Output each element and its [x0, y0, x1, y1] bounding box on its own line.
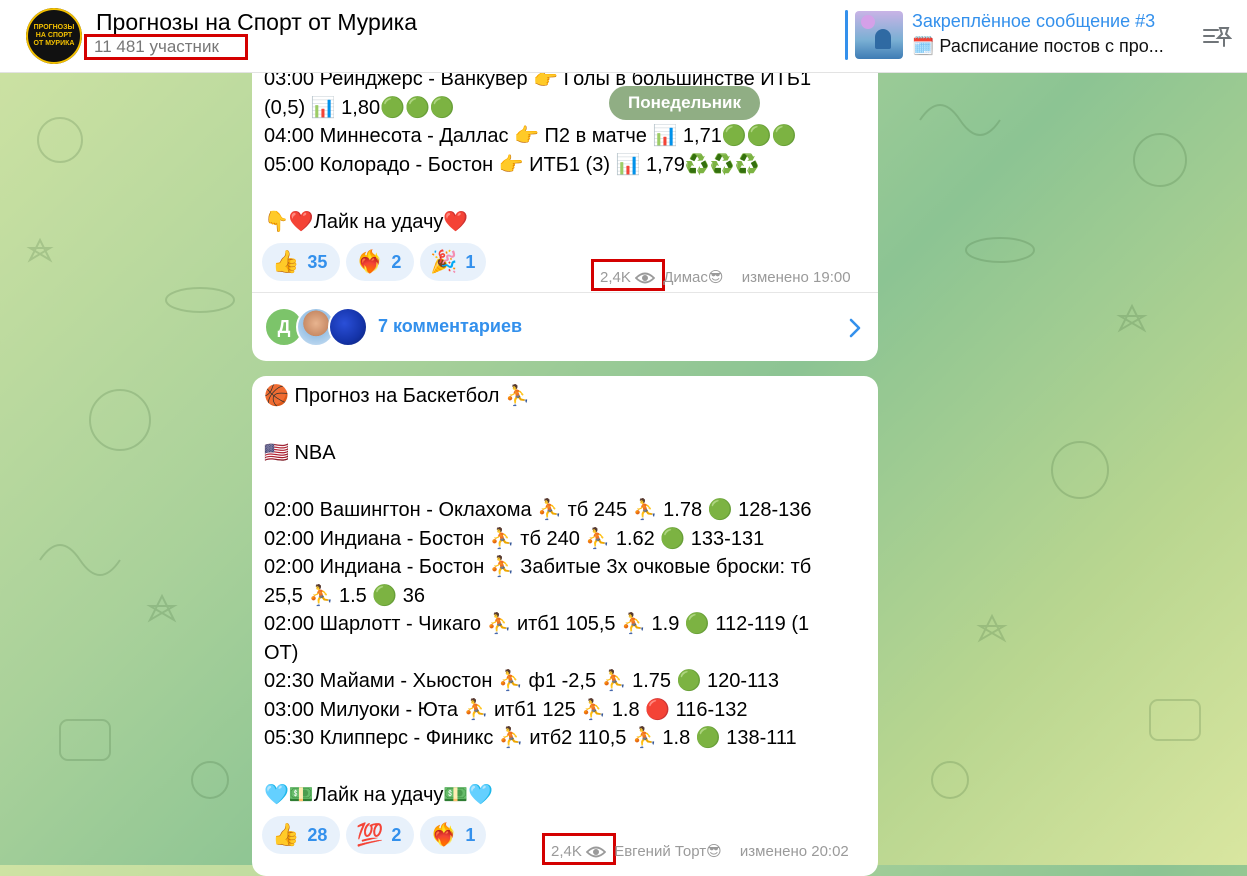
pinned-message-text[interactable]: 🗓️ Расписание постов с про... — [912, 36, 1180, 57]
message-line: 05:30 Клипперс - Финикс ⛹️ итб2 110,5 ⛹️… — [264, 727, 797, 749]
post-author: Евгений Торт😎 — [614, 843, 722, 860]
reaction-party[interactable]: 🎉 1 — [420, 243, 486, 281]
reaction-emoji: 👍 — [272, 249, 300, 274]
member-count: 11 481 участник — [94, 37, 219, 56]
channel-title[interactable]: Прогнозы на Спорт от Мурика — [96, 9, 417, 36]
reaction-emoji: ❤️‍🔥 — [356, 249, 384, 274]
message-line — [264, 753, 812, 782]
edited-time: изменено 19:00 — [741, 269, 851, 286]
unpin-icon[interactable] — [1200, 20, 1232, 52]
pinned-indicator — [845, 10, 848, 60]
message-line: 05:00 Колорадо - Бостон 👉 ИТБ1 (3) 📊 1,7… — [264, 153, 760, 176]
message-line: 25,5 ⛹️ 1.5 🟢 36 — [264, 584, 426, 607]
message-line: 02:30 Майами - Хьюстон ⛹️ ф1 -2,5 ⛹️ 1.7… — [264, 670, 779, 692]
message-meta-2: 2,4K Евгений Торт😎 изменено 20:02 — [551, 842, 849, 860]
chat-header: ПРОГНОЗЫ НА СПОРТ ОТ МУРИКА Прогнозы на … — [0, 0, 1247, 73]
channel-avatar[interactable]: ПРОГНОЗЫ НА СПОРТ ОТ МУРИКА — [26, 8, 82, 64]
message-line: 🏀 Прогноз на Баскетбол ⛹️ — [264, 385, 530, 407]
message-line: 🇺🇸 NBA — [264, 442, 336, 464]
message-bubble-2: 🏀 Прогноз на Баскетбол ⛹️ 🇺🇸 NBA 02:00 В… — [252, 376, 878, 876]
view-count: 2,4K — [600, 269, 631, 286]
pinned-thumbnail[interactable] — [855, 11, 903, 59]
pinned-message-title[interactable]: Закреплённое сообщение #3 — [912, 11, 1155, 32]
date-separator: Понедельник — [609, 86, 760, 120]
message-line — [264, 468, 812, 497]
message-text-2: 🏀 Прогноз на Баскетбол ⛹️ 🇺🇸 NBA 02:00 В… — [264, 382, 812, 810]
post-author: Димас😎 — [663, 269, 724, 286]
reaction-emoji: 👍 — [272, 822, 300, 847]
message-line: 👇❤️Лайк на удачу❤️ — [264, 210, 469, 233]
comments-count: 7 комментариев — [378, 316, 523, 336]
reaction-count: 35 — [307, 251, 328, 272]
message-line: ОТ) — [264, 641, 299, 664]
reaction-emoji: 💯 — [356, 822, 384, 847]
comments-button[interactable]: Д 7 комментариев — [252, 292, 878, 361]
avatar-text-line-3: ОТ МУРИКА — [33, 40, 75, 47]
message-line: 03:00 Милуоки - Юта ⛹️ итб1 125 ⛹️ 1.8 🔴… — [264, 698, 748, 721]
commenter-avatar-blue — [328, 307, 368, 347]
reaction-count: 28 — [307, 824, 328, 845]
reaction-like[interactable]: 👍 28 — [262, 816, 340, 854]
view-count: 2,4K — [551, 843, 582, 860]
eye-icon — [635, 272, 656, 284]
message-line — [264, 179, 811, 208]
reaction-count: 1 — [465, 251, 476, 272]
avatar-text-line-2: НА СПОРТ — [35, 32, 73, 39]
reaction-count: 2 — [391, 251, 402, 272]
message-line: 02:00 Шарлотт - Чикаго ⛹️ итб1 105,5 ⛹️ … — [264, 613, 810, 635]
message-line: 02:00 Вашингтон - Оклахома ⛹️ тб 245 ⛹️ … — [264, 499, 812, 521]
avatar-text-line-1: ПРОГНОЗЫ — [33, 24, 75, 31]
message-line: 04:00 Миннесота - Даллас 👉 П2 в матче 📊 … — [264, 125, 797, 147]
message-line: 02:00 Индиана - Бостон ⛹️ Забитые 3х очк… — [264, 556, 812, 578]
reaction-hundred[interactable]: 💯 2 — [346, 816, 414, 854]
reaction-count: 1 — [465, 824, 476, 845]
reaction-heart-fire[interactable]: ❤️‍🔥 1 — [420, 816, 486, 854]
message-line — [264, 411, 812, 440]
reaction-emoji: ❤️‍🔥 — [430, 822, 458, 847]
message-line: 🩵💵Лайк на удачу💵🩵 — [264, 784, 494, 806]
reaction-emoji: 🎉 — [430, 249, 458, 274]
message-meta-1: 2,4K Димас😎 изменено 19:00 — [600, 268, 851, 286]
message-line: 02:00 Индиана - Бостон ⛹️ тб 240 ⛹️ 1.62… — [264, 527, 765, 550]
edited-time: изменено 20:02 — [739, 843, 849, 860]
reaction-heart-fire[interactable]: ❤️‍🔥 2 — [346, 243, 414, 281]
reaction-like[interactable]: 👍 35 — [262, 243, 340, 281]
reaction-count: 2 — [391, 824, 402, 845]
chevron-right-icon — [849, 318, 861, 338]
eye-icon — [586, 846, 607, 858]
